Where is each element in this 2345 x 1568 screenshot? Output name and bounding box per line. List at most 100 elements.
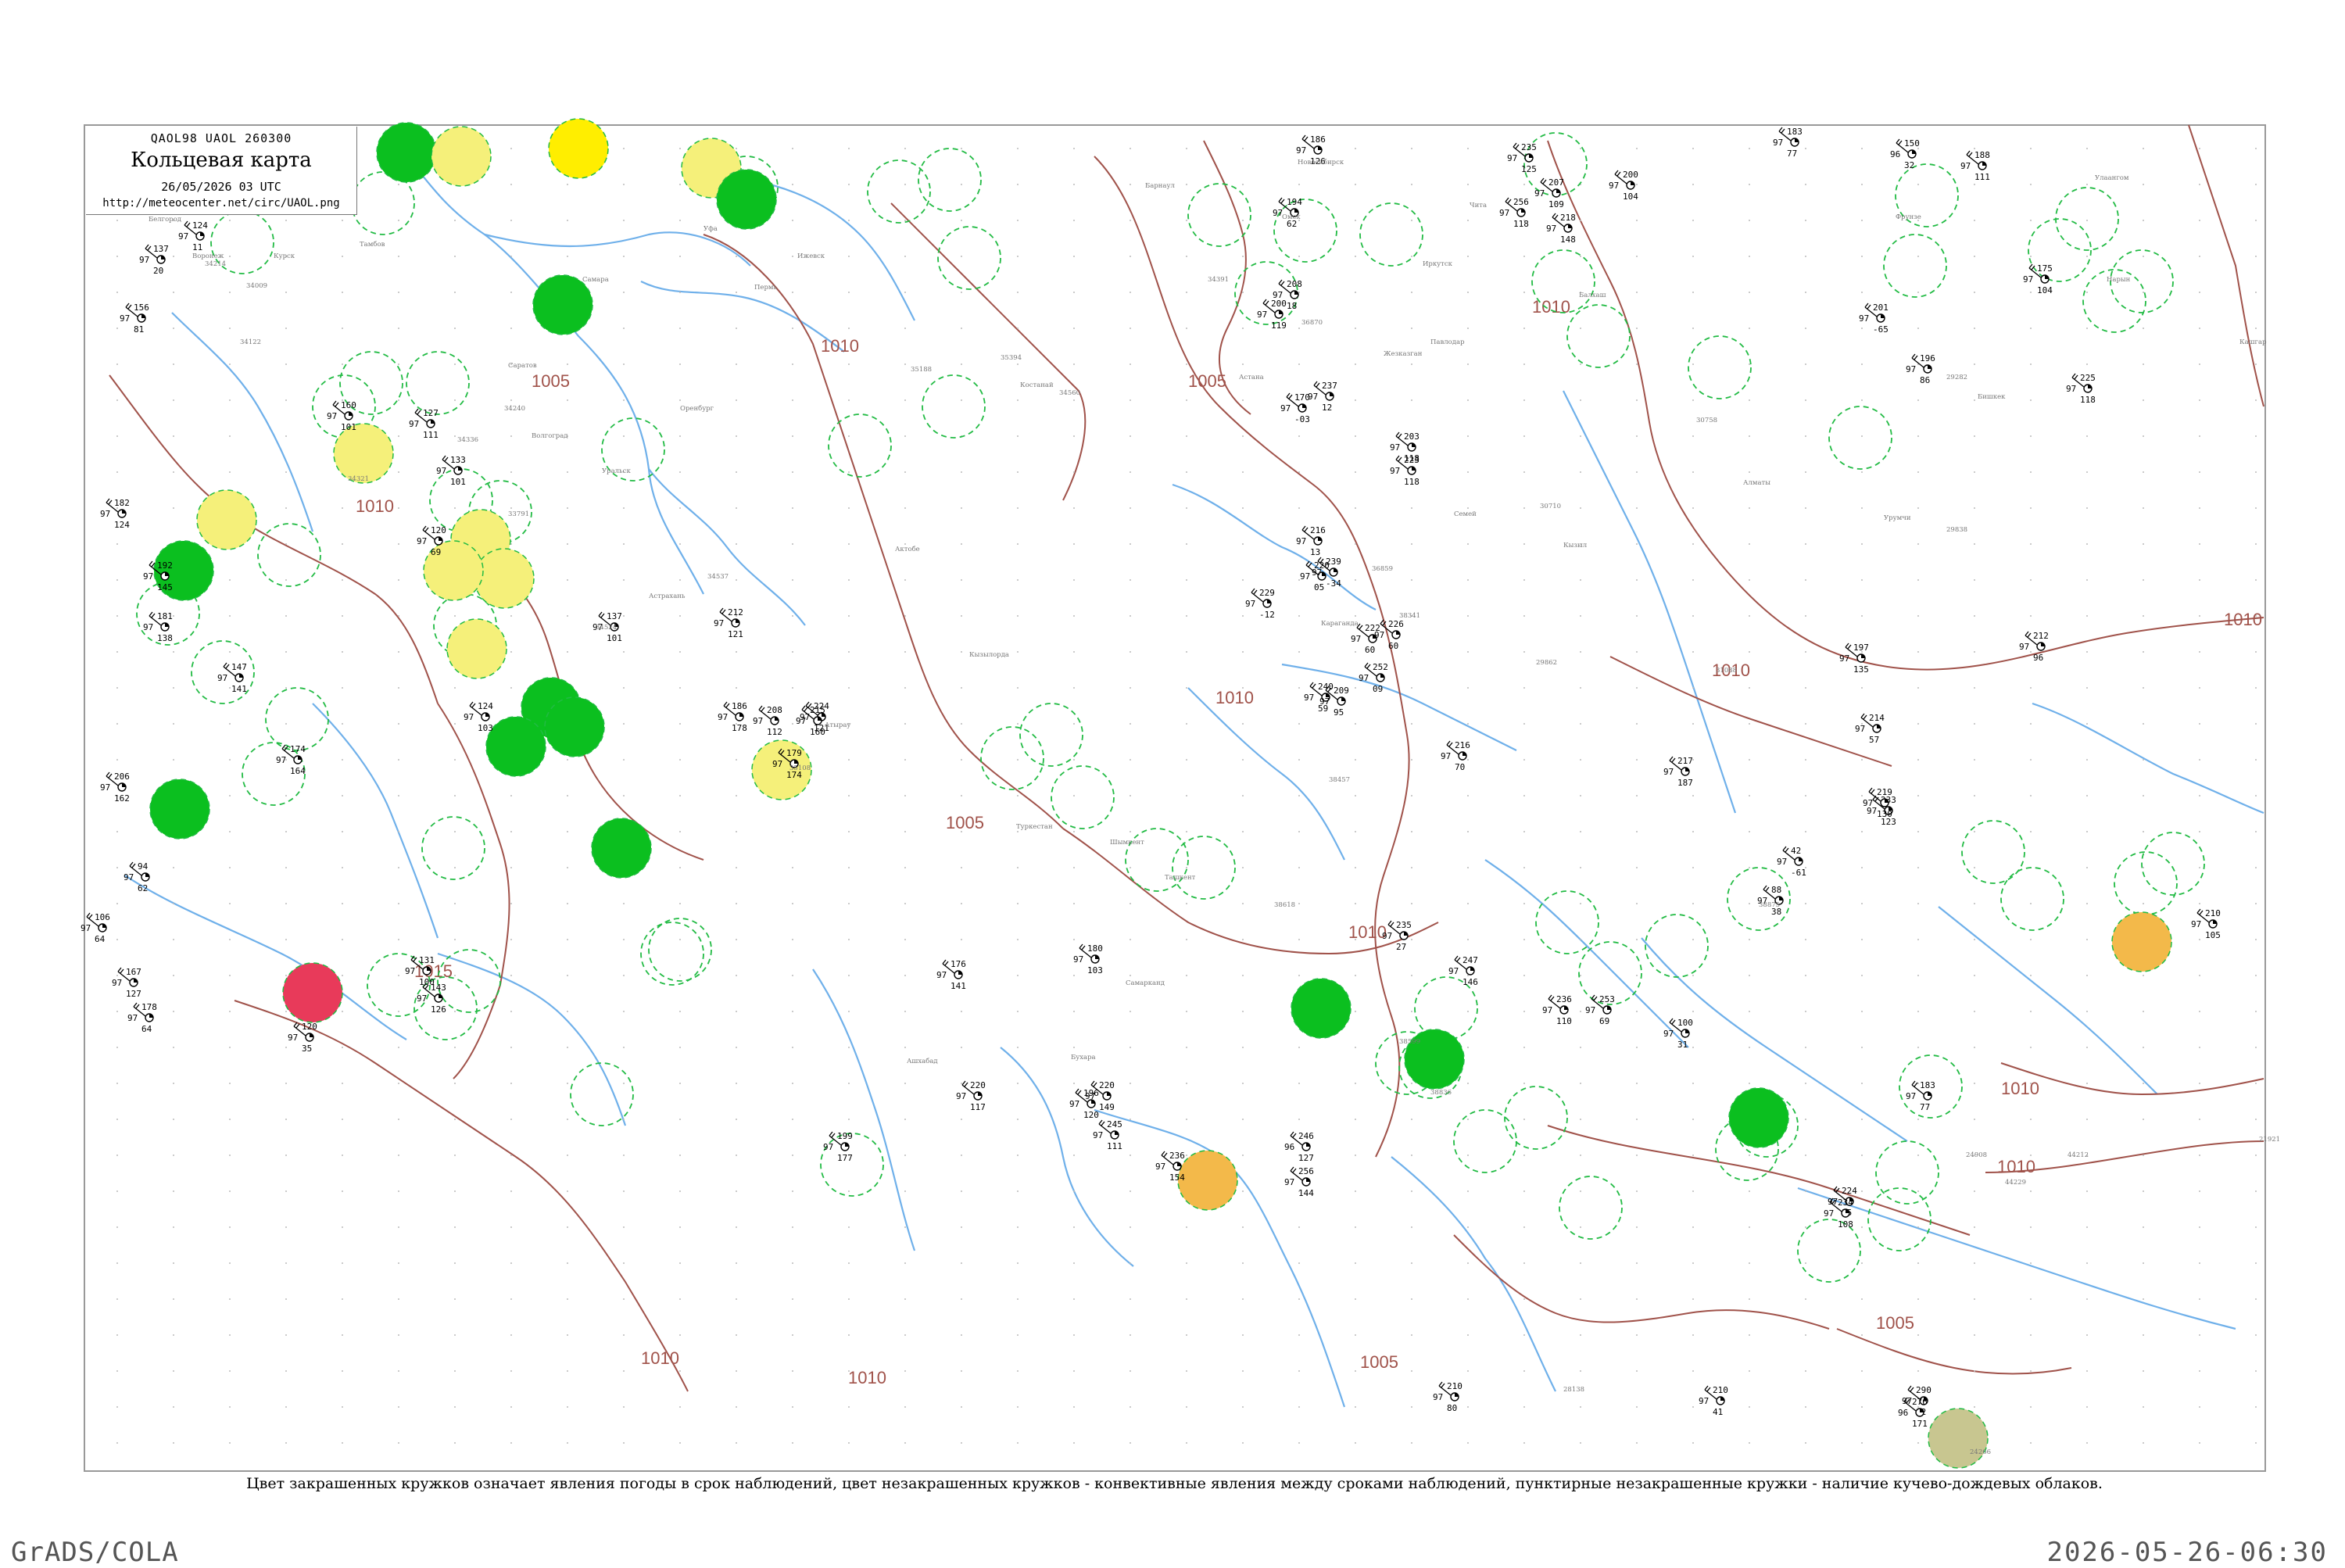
- station-dewpoint: 141: [951, 981, 966, 991]
- grid-dot: [2199, 939, 2200, 940]
- place-label: Астана: [1239, 374, 1264, 381]
- grid-dot: [1861, 1442, 1863, 1444]
- grid-dot: [848, 759, 850, 761]
- grid-dot: [1580, 1442, 1581, 1444]
- cb-circle: [828, 413, 892, 478]
- grid-dot: [2030, 975, 2032, 976]
- grid-dot: [1749, 1334, 1750, 1336]
- station-pressure: 224: [1842, 1186, 1857, 1196]
- cloud-fill: [1330, 392, 1334, 396]
- grid-dot: [2086, 543, 2088, 545]
- grid-dot: [1130, 256, 1131, 257]
- station-pressure: 183: [1920, 1080, 1935, 1090]
- station-dewpoint: 105: [2205, 930, 2221, 940]
- grid-dot: [1298, 975, 1300, 976]
- grid-dot: [904, 1226, 906, 1228]
- grid-dot: [173, 328, 174, 329]
- grid-dot: [1242, 1370, 1244, 1372]
- grid-dot: [398, 292, 399, 293]
- grid-dot: [1580, 687, 1581, 689]
- grid-dot: [454, 1083, 456, 1084]
- station-plot: 17097-03: [1280, 392, 1310, 424]
- grid-dot: [1580, 1262, 1581, 1264]
- grid-dot: [1242, 903, 1244, 904]
- station-plot: 21897148: [1546, 213, 1576, 245]
- grid-dot: [1974, 1334, 1975, 1336]
- grid-dot: [1298, 1370, 1300, 1372]
- grid-dot: [229, 328, 231, 329]
- grid-dot: [1805, 1011, 1806, 1012]
- cloud-fill: [439, 537, 442, 541]
- station-id: 34537: [707, 573, 729, 581]
- cloud-fill: [1521, 209, 1525, 213]
- grid-dot: [454, 1406, 456, 1408]
- grid-dot: [1073, 399, 1075, 401]
- grid-dot: [961, 867, 962, 868]
- grid-dot: [1467, 1047, 1469, 1048]
- grid-dot: [1636, 399, 1638, 401]
- grid-dot: [623, 220, 625, 221]
- grid-dot: [1692, 1298, 1694, 1300]
- grid-dot: [1749, 1155, 1750, 1156]
- grid-dot: [792, 507, 793, 509]
- grid-dot: [2143, 1298, 2144, 1300]
- grid-dot: [1580, 1011, 1581, 1012]
- grid-dot: [1917, 579, 1919, 581]
- station-id: 31088: [1716, 667, 1737, 675]
- station-temperature: 97: [1609, 181, 1619, 191]
- grid-dot: [2030, 471, 2032, 473]
- cb-circle: [265, 687, 329, 751]
- station-plot: 20197-65: [1859, 303, 1889, 335]
- grid-dot: [567, 507, 568, 509]
- grid-dot: [961, 328, 962, 329]
- grid-dot: [567, 939, 568, 940]
- grid-dot: [904, 184, 906, 185]
- grid-dot: [1749, 975, 1750, 976]
- grid-dot: [679, 507, 681, 509]
- grid-dot: [1073, 184, 1075, 185]
- grid-dot: [398, 435, 399, 437]
- grid-dot: [904, 363, 906, 365]
- grid-dot: [173, 507, 174, 509]
- cb-circle: [1688, 335, 1752, 399]
- station-pressure: 252: [1373, 662, 1388, 672]
- grid-dot: [961, 1190, 962, 1192]
- grid-dot: [679, 975, 681, 976]
- grid-dot: [1580, 1083, 1581, 1084]
- grid-dot: [961, 220, 962, 221]
- grid-dot: [1805, 1155, 1806, 1156]
- grid-dot: [1467, 975, 1469, 976]
- station-pressure: 207: [1548, 177, 1564, 188]
- place-label: Ташкент: [1165, 874, 1196, 882]
- grid-dot: [285, 903, 287, 904]
- grid-dot: [510, 903, 512, 904]
- grid-dot: [2255, 831, 2257, 832]
- grid-dot: [116, 256, 118, 257]
- station-pressure: 226: [1388, 619, 1404, 629]
- grid-dot: [1974, 1226, 1975, 1228]
- grid-dot: [398, 723, 399, 725]
- phenomena-circle: [474, 548, 535, 609]
- grid-dot: [904, 1406, 906, 1408]
- grid-dot: [1467, 759, 1469, 761]
- cb-circle: [1051, 765, 1115, 829]
- grid-dot: [285, 292, 287, 293]
- grid-dot: [1355, 1119, 1356, 1120]
- grid-dot: [2030, 1190, 2032, 1192]
- grid-dot: [2030, 1119, 2032, 1120]
- station-plot: 16797127: [112, 967, 141, 999]
- grid-dot: [1411, 292, 1412, 293]
- grid-dot: [398, 903, 399, 904]
- grid-dot: [961, 615, 962, 617]
- grid-dot: [736, 1155, 737, 1156]
- station-temperature: 97: [1960, 161, 1971, 171]
- grid-dot: [454, 687, 456, 689]
- grid-dot: [1580, 579, 1581, 581]
- grid-dot: [679, 399, 681, 401]
- grid-dot: [1917, 328, 1919, 329]
- grid-dot: [454, 1442, 456, 1444]
- grid-dot: [1186, 1298, 1187, 1300]
- source-url[interactable]: http://meteocenter.net/circ/UAOL.png: [86, 197, 356, 209]
- grid-dot: [1749, 1298, 1750, 1300]
- grid-dot: [285, 1406, 287, 1408]
